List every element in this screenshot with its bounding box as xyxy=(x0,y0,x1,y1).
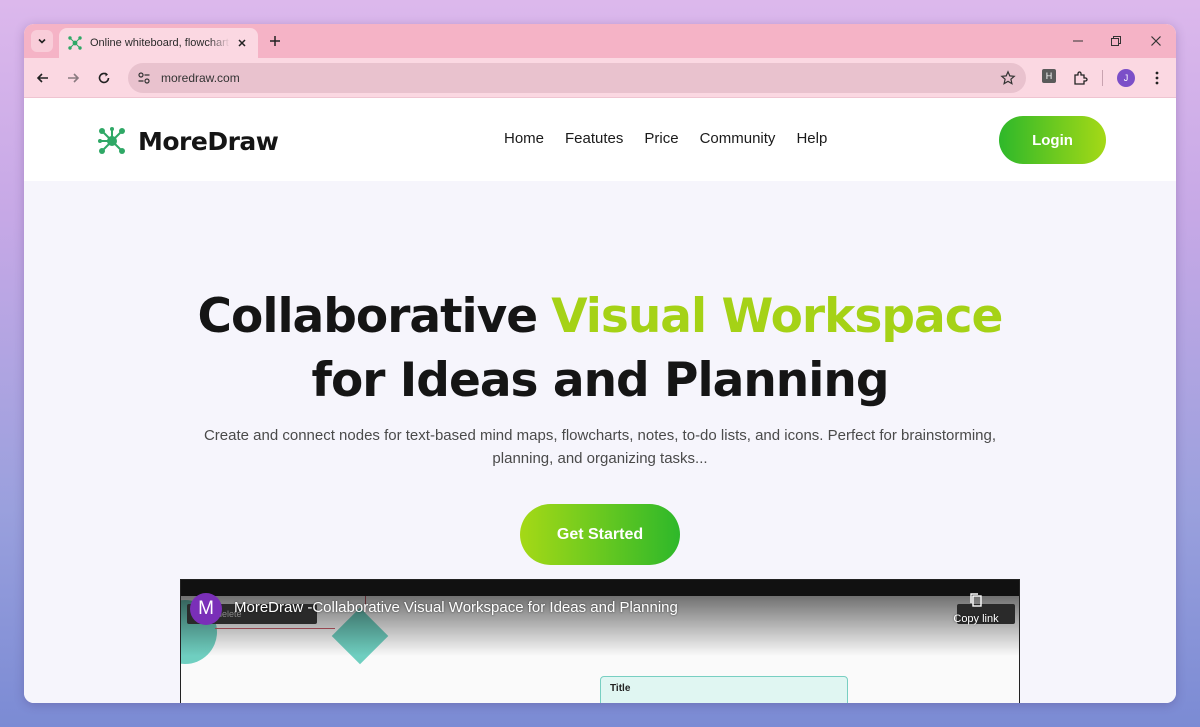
reload-icon xyxy=(98,72,110,84)
web-page: MoreDraw Home Featutes Price Community H… xyxy=(24,99,1176,703)
close-window-button[interactable] xyxy=(1147,32,1165,50)
url-text: moredraw.com xyxy=(161,71,240,85)
nav-home[interactable]: Home xyxy=(504,130,544,147)
browser-toolbar: moredraw.com H J xyxy=(24,58,1176,98)
hero-title-part1: Collaborative xyxy=(197,289,539,344)
forward-button[interactable] xyxy=(63,68,83,88)
moredraw-favicon-icon xyxy=(67,35,83,51)
more-vertical-icon xyxy=(1155,71,1159,85)
copy-link-label: Copy link xyxy=(953,613,999,625)
puzzle-icon xyxy=(1074,71,1088,85)
arrow-right-icon xyxy=(68,73,80,83)
channel-avatar[interactable]: M xyxy=(190,593,222,625)
arrow-left-icon xyxy=(36,73,48,83)
extension-h-icon[interactable]: H xyxy=(1042,69,1056,83)
main-nav: Home Featutes Price Community Help xyxy=(504,130,848,147)
copy-icon xyxy=(970,593,982,607)
video-card: Title xyxy=(600,676,848,703)
tab-title: Online whiteboard, flowchart and mind ma… xyxy=(90,37,230,49)
minimize-icon xyxy=(1073,40,1083,42)
restore-icon xyxy=(1111,36,1121,46)
site-header: MoreDraw Home Featutes Price Community H… xyxy=(24,99,1176,181)
hero-subtitle: Create and connect nodes for text-based … xyxy=(203,427,997,467)
molecule-logo-icon xyxy=(96,125,128,157)
video-card-title: Title xyxy=(610,683,631,694)
logo-text: MoreDraw xyxy=(138,126,279,156)
close-tab-icon[interactable] xyxy=(234,35,250,51)
login-button[interactable]: Login xyxy=(999,116,1106,164)
active-tab[interactable]: Online whiteboard, flowchart and mind ma… xyxy=(59,28,258,58)
video-top-bar xyxy=(181,580,1019,596)
browser-window: Online whiteboard, flowchart and mind ma… xyxy=(24,24,1176,703)
restore-button[interactable] xyxy=(1107,32,1125,50)
new-tab-button[interactable] xyxy=(266,32,284,50)
video-embed[interactable]: Title delete M MoreDraw -Collaborative V… xyxy=(180,579,1020,703)
toolbar-divider xyxy=(1102,70,1103,86)
minimize-button[interactable] xyxy=(1069,32,1087,50)
back-button[interactable] xyxy=(33,68,53,88)
chevron-down-icon xyxy=(38,38,46,44)
hero-title-accent: Visual Workspace xyxy=(551,289,1003,344)
tab-strip: Online whiteboard, flowchart and mind ma… xyxy=(24,24,1176,58)
site-settings-icon[interactable] xyxy=(136,70,152,86)
address-bar[interactable]: moredraw.com xyxy=(128,63,1026,93)
nav-community[interactable]: Community xyxy=(700,130,776,147)
copy-link-button[interactable]: Copy link xyxy=(951,592,1001,625)
nav-price[interactable]: Price xyxy=(644,130,678,147)
browser-menu-button[interactable] xyxy=(1147,68,1167,88)
nav-features[interactable]: Featutes xyxy=(565,130,623,147)
bookmark-star-icon[interactable] xyxy=(1000,70,1016,86)
site-logo[interactable]: MoreDraw xyxy=(96,125,279,157)
hero-title-line2: for Ideas and Planning xyxy=(311,353,890,408)
plus-icon xyxy=(270,36,280,46)
hero-title: Collaborative Visual Workspace for Ideas … xyxy=(24,285,1176,413)
video-title[interactable]: MoreDraw -Collaborative Visual Workspace… xyxy=(234,599,678,616)
get-started-button[interactable]: Get Started xyxy=(520,504,680,565)
profile-avatar[interactable]: J xyxy=(1117,69,1135,87)
reload-button[interactable] xyxy=(94,68,114,88)
nav-help[interactable]: Help xyxy=(796,130,827,147)
close-icon xyxy=(1151,36,1161,46)
tab-search-button[interactable] xyxy=(31,30,53,52)
extensions-button[interactable] xyxy=(1070,68,1090,88)
